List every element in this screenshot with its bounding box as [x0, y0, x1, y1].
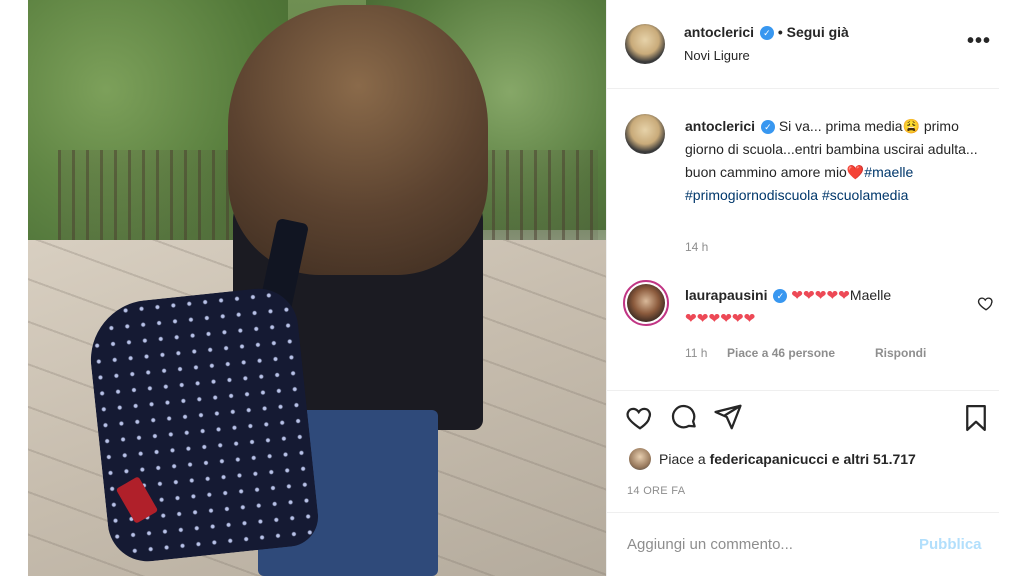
red-heart-emoji-icon: ❤️: [846, 164, 865, 180]
weary-face-emoji-icon: 😩: [902, 118, 920, 134]
liker-username[interactable]: federicapanicucci: [710, 451, 828, 467]
comment-text: Maelle: [849, 287, 892, 303]
publish-button[interactable]: Pubblica: [919, 536, 982, 553]
header-separator: •: [777, 24, 783, 40]
like-comment-heart-icon[interactable]: [977, 294, 995, 312]
comment-likes[interactable]: Piace a 46 persone: [727, 346, 835, 360]
photo-backpack: [84, 284, 322, 566]
commenter-avatar[interactable]: [623, 280, 669, 326]
hashtag-maelle[interactable]: #maelle: [864, 164, 913, 180]
like-heart-icon[interactable]: [625, 402, 655, 432]
comment-bubble-icon[interactable]: [669, 402, 699, 432]
comment-input-divider: [607, 512, 999, 513]
post-header: antoclerici ✓ • Segui già: [684, 24, 849, 41]
comment-hearts-2: ❤❤❤❤❤❤: [685, 310, 756, 326]
likes-prefix: Piace a: [659, 451, 706, 467]
likes-count[interactable]: e altri 51.717: [832, 451, 916, 467]
author-avatar[interactable]: [625, 24, 665, 64]
action-bar: [625, 402, 743, 432]
caption-verified-badge-icon: ✓: [760, 120, 775, 135]
caption-username[interactable]: antoclerici: [685, 118, 755, 134]
actions-divider: [607, 390, 999, 391]
caption-text-1: Si va... prima media: [778, 118, 903, 134]
comment-time[interactable]: 11 h: [685, 346, 707, 360]
post-photo[interactable]: [28, 0, 606, 576]
hashtag-scuolamedia[interactable]: #scuolamedia: [822, 187, 908, 203]
likes-summary[interactable]: Piace a federicapanicucci e altri 51.717: [629, 448, 916, 470]
comment-hearts-1: ❤❤❤❤❤: [791, 287, 850, 303]
post-caption: antoclerici ✓ Si va... prima media😩 prim…: [685, 115, 985, 207]
comment-item: laurapausini ✓ ❤❤❤❤❤Maelle ❤❤❤❤❤❤: [685, 284, 965, 330]
add-comment-input[interactable]: Aggiungi un commento...: [627, 536, 793, 553]
post-location[interactable]: Novi Ligure: [684, 48, 750, 63]
verified-badge-icon: ✓: [759, 26, 774, 41]
author-username[interactable]: antoclerici: [684, 24, 754, 40]
post-time-ago[interactable]: 14 ORE FA: [627, 485, 685, 497]
more-options-icon[interactable]: •••: [967, 30, 991, 53]
share-send-icon[interactable]: [713, 402, 743, 432]
commenter-verified-badge-icon: ✓: [773, 289, 788, 304]
photo-hair: [228, 5, 488, 275]
hashtag-primogiornodiscuola[interactable]: #primogiornodiscuola: [685, 187, 818, 203]
following-button[interactable]: Segui già: [787, 24, 849, 40]
commenter-username[interactable]: laurapausini: [685, 287, 767, 303]
save-bookmark-icon[interactable]: [961, 403, 991, 433]
reply-button[interactable]: Rispondi: [875, 346, 926, 360]
liker-avatar: [629, 448, 651, 470]
caption-time[interactable]: 14 h: [685, 240, 708, 254]
header-divider: [607, 88, 999, 89]
post-side-panel: antoclerici ✓ • Segui già Novi Ligure ••…: [606, 0, 999, 576]
caption-author-avatar[interactable]: [625, 114, 665, 154]
